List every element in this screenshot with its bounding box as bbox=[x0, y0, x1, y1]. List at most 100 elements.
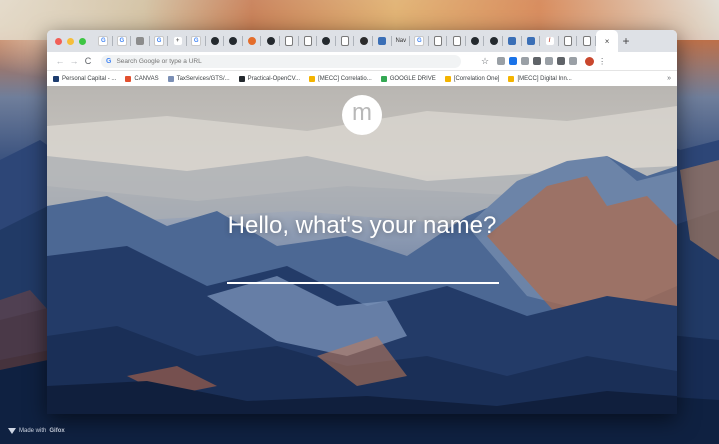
browser-tab[interactable] bbox=[503, 30, 522, 52]
browser-tab[interactable]: G bbox=[410, 30, 429, 52]
bookmark-favicon-icon bbox=[53, 75, 59, 82]
browser-tab[interactable]: Nav bbox=[392, 30, 411, 52]
browser-tab[interactable]: + bbox=[168, 30, 187, 52]
browser-tab[interactable]: G bbox=[113, 30, 132, 52]
momentum-new-tab-page: m Hello, what's your name? bbox=[47, 86, 677, 414]
browser-tab[interactable] bbox=[243, 30, 262, 52]
browser-tab[interactable] bbox=[373, 30, 392, 52]
forward-button[interactable]: → bbox=[67, 56, 81, 66]
tab-list: G G G + G Nav G / bbox=[94, 30, 596, 52]
browser-tab[interactable] bbox=[522, 30, 541, 52]
browser-tab[interactable] bbox=[261, 30, 280, 52]
gifox-logo-icon bbox=[8, 428, 16, 434]
bookmark-item[interactable]: CANVAS bbox=[125, 75, 159, 82]
browser-tab[interactable] bbox=[224, 30, 243, 52]
close-tab-icon[interactable]: × bbox=[605, 37, 610, 46]
window-minimize-button[interactable] bbox=[67, 37, 74, 45]
extension-icons bbox=[497, 57, 578, 65]
bookmark-label: TaxServices/GTS/... bbox=[176, 75, 230, 82]
browser-menu-icon[interactable]: ⋮ bbox=[598, 57, 606, 66]
doc-favicon-icon bbox=[452, 36, 461, 46]
extension-icon[interactable] bbox=[521, 57, 530, 65]
bookmark-item[interactable]: Personal Capital - ... bbox=[53, 75, 117, 82]
back-button[interactable]: ← bbox=[53, 56, 67, 66]
img-favicon-icon bbox=[378, 37, 387, 45]
extension-icon[interactable] bbox=[569, 57, 578, 65]
bookmark-item[interactable]: GOOGLE DRIVE bbox=[380, 75, 436, 82]
new-tab-button[interactable]: + bbox=[618, 30, 634, 52]
edit-favicon-icon: / bbox=[545, 37, 554, 45]
browser-tab[interactable] bbox=[299, 30, 318, 52]
dot-favicon-icon bbox=[248, 37, 257, 45]
made-with-label: Made with bbox=[19, 428, 47, 434]
browser-tab[interactable] bbox=[466, 30, 485, 52]
bookmark-star-icon[interactable]: ☆ bbox=[481, 56, 489, 67]
browser-tab[interactable]: G bbox=[94, 30, 113, 52]
extension-icon[interactable] bbox=[533, 57, 542, 65]
bookmark-label: [MECC] Correlatio... bbox=[318, 75, 372, 82]
gh-favicon-icon bbox=[210, 37, 219, 45]
extension-icon[interactable] bbox=[509, 57, 518, 65]
browser-tab[interactable] bbox=[447, 30, 466, 52]
g-favicon-icon: G bbox=[414, 36, 425, 46]
extension-icon[interactable] bbox=[557, 57, 566, 65]
browser-tab[interactable] bbox=[429, 30, 448, 52]
browser-tab[interactable] bbox=[336, 30, 355, 52]
bookmark-label: Personal Capital - ... bbox=[62, 75, 117, 82]
bookmark-favicon-icon bbox=[238, 75, 245, 82]
nav-favicon-icon: Nav bbox=[395, 38, 407, 44]
browser-tab[interactable] bbox=[131, 30, 150, 52]
gh-favicon-icon bbox=[266, 37, 275, 45]
bookmark-item[interactable]: [MECC] Digital Inn... bbox=[508, 75, 572, 82]
name-input[interactable] bbox=[227, 258, 499, 284]
momentum-logo[interactable]: m bbox=[342, 95, 382, 135]
bookmark-item[interactable]: [Correlation One] bbox=[444, 75, 499, 82]
browser-window: GGG+GNavG/ × + ← → C G ☆ ⋮ Personal Capi… bbox=[47, 30, 677, 414]
mountain-background-image bbox=[47, 86, 677, 414]
bookmark-label: Practical-OpenCV... bbox=[247, 75, 301, 82]
grid-favicon-icon bbox=[136, 37, 145, 45]
browser-tab[interactable] bbox=[577, 30, 596, 52]
bookmark-favicon-icon bbox=[508, 75, 515, 82]
bookmark-favicon-icon bbox=[380, 75, 387, 82]
browser-tab[interactable] bbox=[354, 30, 373, 52]
bookmark-item[interactable]: TaxServices/GTS/... bbox=[167, 75, 230, 82]
bookmark-favicon-icon bbox=[309, 75, 316, 82]
extension-icon[interactable] bbox=[497, 57, 506, 65]
browser-toolbar: ← → C G ☆ ⋮ bbox=[47, 52, 677, 71]
doc-favicon-icon bbox=[582, 36, 591, 46]
doc-favicon-icon bbox=[564, 36, 573, 46]
bookmark-item[interactable]: Practical-OpenCV... bbox=[238, 75, 301, 82]
browser-tab[interactable] bbox=[484, 30, 503, 52]
bookmark-favicon-icon bbox=[444, 75, 451, 82]
bookmark-label: GOOGLE DRIVE bbox=[389, 75, 436, 82]
doc-favicon-icon bbox=[285, 36, 294, 46]
address-input[interactable] bbox=[116, 57, 417, 65]
browser-tab[interactable]: G bbox=[150, 30, 169, 52]
gh-favicon-icon bbox=[489, 37, 498, 45]
doc-favicon-icon bbox=[303, 36, 312, 46]
browser-tab[interactable]: / bbox=[540, 30, 559, 52]
window-controls bbox=[47, 37, 94, 45]
browser-tab[interactable] bbox=[280, 30, 299, 52]
img-favicon-icon bbox=[508, 37, 517, 45]
browser-tab[interactable] bbox=[206, 30, 225, 52]
gifox-brand-label: Gifox bbox=[49, 428, 65, 434]
gh-favicon-icon bbox=[229, 37, 238, 45]
bookmark-favicon-icon bbox=[125, 75, 132, 82]
browser-tab[interactable] bbox=[559, 30, 578, 52]
address-bar[interactable]: G bbox=[101, 54, 461, 68]
extension-icon[interactable] bbox=[545, 57, 554, 65]
profile-avatar[interactable] bbox=[585, 56, 595, 66]
browser-tab[interactable]: G bbox=[187, 30, 206, 52]
window-close-button[interactable] bbox=[55, 37, 62, 45]
active-tab[interactable]: × bbox=[596, 30, 619, 52]
bookmark-label: CANVAS bbox=[134, 75, 159, 82]
bookmarks-overflow-button[interactable]: » bbox=[667, 75, 671, 82]
bookmark-item[interactable]: [MECC] Correlatio... bbox=[309, 75, 372, 82]
bookmark-label: [MECC] Digital Inn... bbox=[517, 75, 572, 82]
browser-tab[interactable] bbox=[317, 30, 336, 52]
plus-favicon-icon: + bbox=[173, 37, 182, 45]
window-maximize-button[interactable] bbox=[79, 37, 86, 45]
reload-button[interactable]: C bbox=[81, 56, 95, 66]
